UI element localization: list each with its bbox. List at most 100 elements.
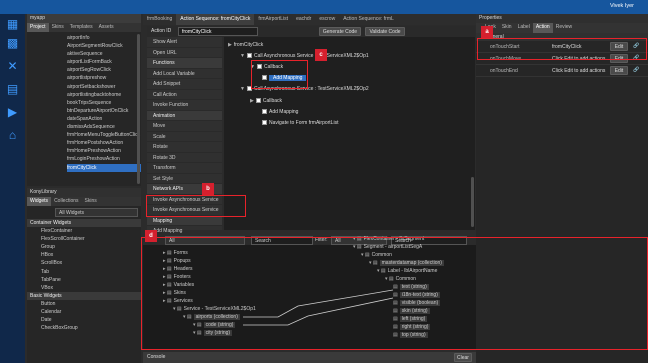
project-tab[interactable]: Skins (49, 23, 67, 32)
tools-icon[interactable]: ✕ (5, 59, 20, 74)
project-item[interactable]: AirportSegmentRowClick (67, 42, 141, 50)
project-item[interactable]: dateSpanAction (67, 115, 141, 123)
badge-c: c (315, 49, 327, 61)
project-item[interactable]: airportListFormBack (67, 58, 141, 66)
apps-icon[interactable]: ▩ (5, 36, 20, 51)
project-tabs: Project Skins Templates Assets (27, 23, 141, 32)
action-item[interactable]: Open URL (147, 48, 222, 58)
basic-widget-item[interactable]: Calendar (27, 308, 141, 316)
properties-tabs: LookSkinLabelActionReview (476, 23, 648, 33)
container-widget-item[interactable]: ScrollBox (27, 259, 141, 267)
project-item[interactable]: fromCityClick (67, 163, 141, 172)
properties-tab[interactable]: Skin (499, 23, 515, 33)
grid-icon[interactable]: ▦ (5, 17, 20, 32)
property-name: onTouchEnd (490, 68, 518, 74)
project-item[interactable]: airportlistingbacktohome (67, 91, 141, 99)
action-item[interactable]: Show Alert (147, 37, 222, 48)
annotation-box-c (251, 60, 308, 89)
library-tab[interactable]: Widgets (27, 197, 52, 206)
project-item[interactable]: airportlistpreshow (67, 74, 141, 82)
container-widget-item[interactable]: Group (27, 243, 141, 251)
action-item[interactable]: Rotate (147, 142, 222, 153)
action-item[interactable]: Move (147, 121, 222, 132)
basic-widgets-header: Basic Widgets (27, 291, 141, 300)
document-icon[interactable]: ▤ (5, 82, 20, 97)
library-panel: KonyLibrary Widgets Collections Skins All … (27, 188, 141, 363)
editor-root[interactable]: ▶ fromCityClick (228, 41, 263, 50)
project-item[interactable]: aktiveSequence (67, 50, 141, 58)
document-tab[interactable]: Action Sequence: frmL (339, 14, 398, 25)
console-label: Console (147, 354, 166, 360)
document-tab[interactable]: eachdr (292, 14, 315, 25)
callback-2[interactable]: ▶ Callback (250, 97, 282, 106)
edit-button[interactable]: Edit (610, 66, 628, 75)
project-item[interactable]: dismissAdsSequence (67, 123, 141, 131)
editor-scrollbar[interactable] (471, 177, 474, 227)
action-item[interactable]: Transform (147, 163, 222, 174)
project-tab[interactable]: Templates (67, 23, 96, 32)
action-id-label: Action ID (151, 28, 172, 34)
properties-tab[interactable]: Review (553, 23, 575, 33)
action-item[interactable]: Scale (147, 132, 222, 142)
project-item[interactable]: frmHomeMenuToggleButtonClick (67, 131, 141, 139)
play-icon[interactable]: ▶ (5, 105, 20, 120)
document-tab[interactable]: Action Sequence: fromCityClick (176, 14, 255, 25)
document-tab[interactable]: frmBooking (143, 14, 176, 25)
basic-widget-item[interactable]: Date (27, 316, 141, 324)
annotation-box-b (146, 195, 246, 217)
project-item[interactable]: airportSetbackshower (67, 83, 141, 91)
basic-widget-item[interactable]: Button (27, 300, 141, 308)
container-widget-item[interactable]: FlexContainer (27, 227, 141, 235)
project-tree: airportInfo AirportSegmentRowClick aktiveS… (27, 32, 141, 172)
container-widget-item[interactable]: Tab (27, 268, 141, 276)
validate-code-button[interactable]: Validate Code (365, 27, 405, 36)
add-mapping-2[interactable]: Add Mapping (262, 108, 298, 117)
project-scrollbar[interactable] (137, 34, 140, 184)
project-item[interactable]: frmHomePreshowAction (67, 147, 141, 155)
action-category: Mapping (147, 215, 222, 226)
document-tab[interactable]: frmAirportList (254, 14, 292, 25)
basic-widget-item[interactable]: CheckBoxGroup (27, 324, 141, 332)
link-icon[interactable]: 🔗 (633, 67, 639, 73)
properties-tab[interactable]: Label (515, 23, 533, 33)
annotation-box-d (141, 237, 648, 350)
project-item[interactable]: airportSegRowClick (67, 66, 141, 74)
console-clear-button[interactable]: Clear (454, 353, 472, 362)
container-widget-item[interactable]: FlexScrollContainer (27, 235, 141, 243)
container-widget-item[interactable]: HBox (27, 251, 141, 259)
action-category: Animation (147, 110, 222, 121)
badge-a: a (481, 26, 493, 38)
action-category: Functions (147, 58, 222, 69)
project-item[interactable]: btnDepartureAirportOnClick (67, 107, 141, 115)
library-tab[interactable]: Collections (51, 197, 81, 206)
project-item[interactable]: frmHomePostshowAction (67, 139, 141, 147)
project-item[interactable]: bookTripsSequence (67, 99, 141, 107)
action-item[interactable]: Rotate 3D (147, 153, 222, 163)
container-widget-list: FlexContainer FlexScrollContainer Group HBo… (27, 227, 141, 292)
project-tab[interactable]: Project (27, 23, 49, 32)
action-id-input[interactable]: fromCityClick (178, 27, 258, 36)
widget-filter-select[interactable]: All Widgets (55, 208, 138, 217)
action-item[interactable]: Add Mapping (147, 226, 222, 237)
library-tabs: Widgets Collections Skins (27, 197, 141, 206)
project-panel: myapp Project Skins Templates Assets airpor… (27, 14, 141, 186)
top-bar: Vivek Iyer (0, 0, 648, 14)
properties-tab[interactable]: Action (532, 23, 553, 33)
document-tab[interactable]: escrow (315, 14, 339, 25)
project-item[interactable]: frmLoginPreshowAction (67, 155, 141, 163)
generate-code-button[interactable]: Generate Code (319, 27, 361, 36)
action-item[interactable]: Call Action (147, 90, 222, 100)
action-item[interactable]: Invoke Function (147, 100, 222, 111)
user-name[interactable]: Vivek Iyer (610, 3, 634, 9)
container-widget-item[interactable]: VBox (27, 284, 141, 292)
action-item[interactable]: Add Local Variable (147, 69, 222, 79)
project-tab[interactable]: Assets (96, 23, 117, 32)
library-tab[interactable]: Skins (82, 197, 100, 206)
action-item[interactable]: Add Snippet (147, 79, 222, 90)
navigate-to-form[interactable]: Navigate to Form frmAirportList (262, 119, 338, 128)
store-icon[interactable]: ⌂ (5, 128, 20, 143)
library-title: KonyLibrary (27, 188, 141, 197)
project-item[interactable]: airportInfo (67, 34, 141, 42)
container-widget-item[interactable]: TabPane (27, 276, 141, 284)
property-value: Click Edit to add actions (552, 68, 606, 74)
